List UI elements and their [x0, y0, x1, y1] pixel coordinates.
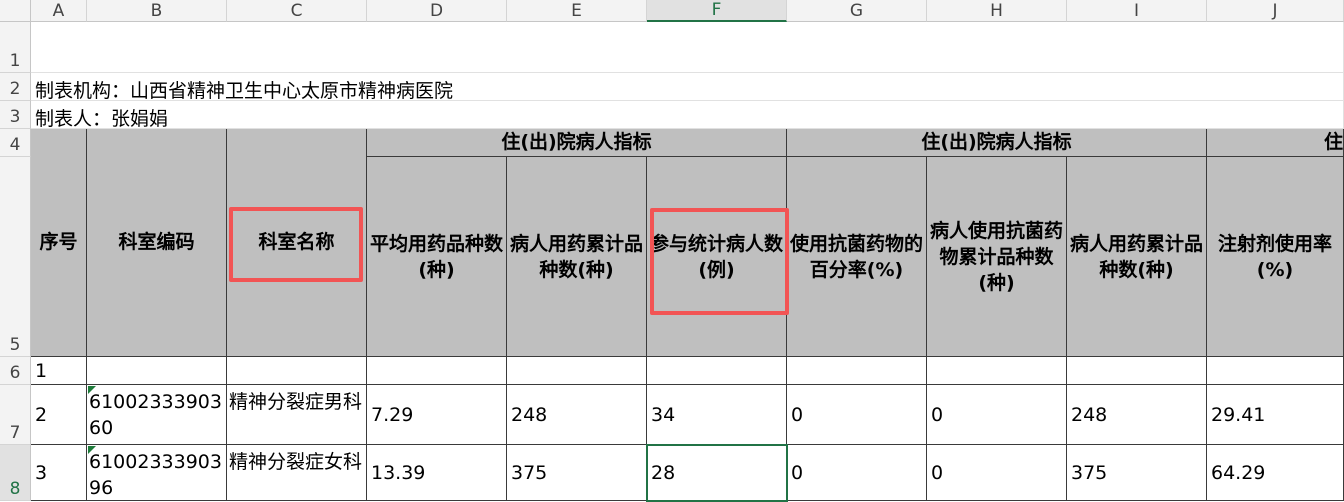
row-header-5[interactable]: 5	[0, 157, 31, 357]
cell-i6[interactable]	[1067, 357, 1207, 385]
column-header-e[interactable]: E	[507, 0, 647, 22]
cell-a7[interactable]: 2	[31, 385, 87, 445]
org-line: 制表机构：山西省精神卫生中心太原市精神病医院	[35, 80, 454, 102]
cell-d6[interactable]	[367, 357, 507, 385]
header-index[interactable]: 序号	[31, 129, 87, 357]
cell-f6[interactable]	[647, 357, 787, 385]
row-header-8[interactable]: 8	[0, 445, 31, 501]
cell-c7[interactable]: 精神分裂症男科	[227, 385, 367, 445]
header-cumulative-drug-types[interactable]: 病人用药累计品种数(种)	[507, 157, 647, 357]
group-header-inpatient-3[interactable]: 住	[1207, 129, 1344, 157]
cell-i7[interactable]: 248	[1067, 385, 1207, 445]
column-header-g[interactable]: G	[787, 0, 927, 22]
cell-j6[interactable]	[1207, 357, 1344, 385]
cell-b6[interactable]	[87, 357, 227, 385]
column-header-j[interactable]: J	[1207, 0, 1344, 22]
header-antibiotic-rate[interactable]: 使用抗菌药物的百分率(%)	[787, 157, 927, 357]
cell-e6[interactable]	[507, 357, 647, 385]
header-antibiotic-cumulative[interactable]: 病人使用抗菌药物累计品种数(种)	[927, 157, 1067, 357]
cell-g6[interactable]	[787, 357, 927, 385]
cell-c8[interactable]: 精神分裂症女科	[227, 445, 367, 501]
row-header-6[interactable]: 6	[0, 357, 31, 385]
cell-e8[interactable]: 375	[507, 445, 647, 501]
cell-a6[interactable]: 1	[31, 357, 87, 385]
column-header-c[interactable]: C	[227, 0, 367, 22]
column-header-a[interactable]: A	[31, 0, 87, 22]
cell-d8[interactable]: 13.39	[367, 445, 507, 501]
column-header-i[interactable]: I	[1067, 0, 1207, 22]
header-dept-code[interactable]: 科室编码	[87, 129, 227, 357]
highlight-box-patient-count	[650, 208, 789, 315]
row-header-2[interactable]: 2	[0, 73, 31, 101]
cell-h7[interactable]: 0	[927, 385, 1067, 445]
cell-f7[interactable]: 34	[647, 385, 787, 445]
column-header-f[interactable]: F	[647, 0, 787, 22]
active-cell-selection	[646, 444, 788, 502]
group-header-inpatient-2[interactable]: 住(出)院病人指标	[787, 129, 1207, 157]
row-header-7[interactable]: 7	[0, 385, 31, 445]
cell-a8[interactable]: 3	[31, 445, 87, 501]
cell-d7[interactable]: 7.29	[367, 385, 507, 445]
row-header-1[interactable]: 1	[0, 22, 31, 73]
highlight-box-dept-name	[229, 207, 363, 282]
cell-b7[interactable]: 6100233390360	[87, 385, 227, 445]
row-header-3[interactable]: 3	[0, 101, 31, 129]
select-all-corner[interactable]	[0, 0, 31, 22]
cell-g8[interactable]: 0	[787, 445, 927, 501]
column-header-b[interactable]: B	[87, 0, 227, 22]
row-3-area[interactable]	[31, 101, 1344, 129]
cell-g7[interactable]: 0	[787, 385, 927, 445]
cell-j8[interactable]: 64.29	[1207, 445, 1344, 501]
cell-j7[interactable]: 29.41	[1207, 385, 1344, 445]
cell-e7[interactable]: 248	[507, 385, 647, 445]
error-indicator-icon	[88, 386, 96, 394]
cell-h6[interactable]	[927, 357, 1067, 385]
column-header-h[interactable]: H	[927, 0, 1067, 22]
header-injection-rate[interactable]: 注射剂使用率(%)	[1207, 157, 1344, 357]
error-indicator-icon	[88, 446, 96, 454]
cell-i8[interactable]: 375	[1067, 445, 1207, 501]
maker-line: 制表人：张娟娟	[35, 108, 169, 130]
row-header-4[interactable]: 4	[0, 129, 31, 157]
header-avg-drug-types[interactable]: 平均用药品种数(种)	[367, 157, 507, 357]
row-1-blank[interactable]	[31, 22, 1344, 73]
cell-c6[interactable]	[227, 357, 367, 385]
group-header-inpatient-1[interactable]: 住(出)院病人指标	[367, 129, 787, 157]
header-cumulative-drug-types-2[interactable]: 病人用药累计品种数(种)	[1067, 157, 1207, 357]
cell-h8[interactable]: 0	[927, 445, 1067, 501]
cell-b8[interactable]: 6100233390396	[87, 445, 227, 501]
column-header-d[interactable]: D	[367, 0, 507, 22]
